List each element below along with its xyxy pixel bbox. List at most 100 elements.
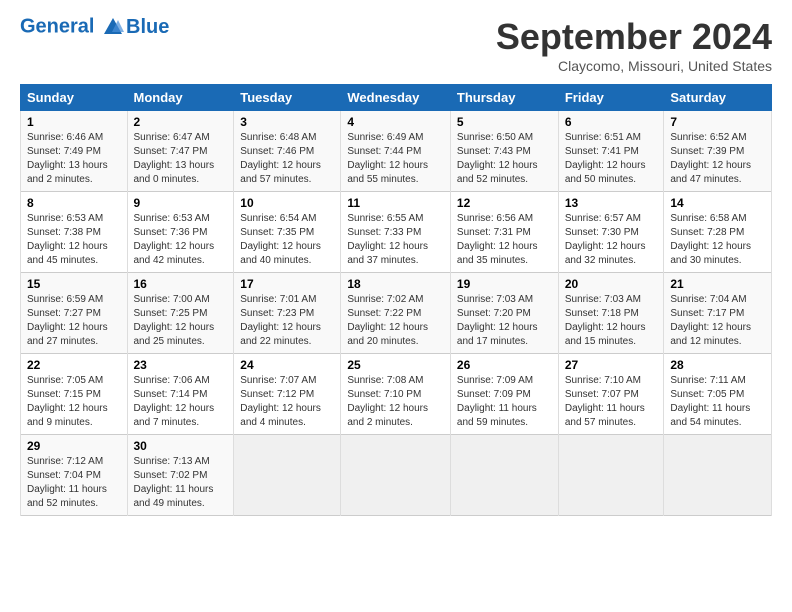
day-number: 15	[27, 277, 121, 291]
day-number: 10	[240, 196, 334, 210]
day-number: 22	[27, 358, 121, 372]
day-number: 5	[457, 115, 552, 129]
day-info: Sunrise: 7:07 AMSunset: 7:12 PMDaylight:…	[240, 374, 334, 430]
day-number: 19	[457, 277, 552, 291]
calendar-cell: 9Sunrise: 6:53 AMSunset: 7:36 PMDaylight…	[127, 192, 234, 273]
day-info: Sunrise: 7:04 AMSunset: 7:17 PMDaylight:…	[670, 293, 765, 349]
day-info: Sunrise: 7:10 AMSunset: 7:07 PMDaylight:…	[565, 374, 658, 430]
day-info: Sunrise: 6:46 AMSunset: 7:49 PMDaylight:…	[27, 131, 121, 187]
calendar-cell	[450, 435, 558, 516]
calendar-cell	[234, 435, 341, 516]
calendar-cell: 16 Sunrise: 7:00 AMSunset: 7:25 PMDayligh…	[127, 273, 234, 354]
calendar-week-1: 1 Sunrise: 6:46 AMSunset: 7:49 PMDaylight…	[21, 111, 772, 192]
day-number: 24	[240, 358, 334, 372]
calendar-cell: 7 Sunrise: 6:52 AMSunset: 7:39 PMDaylight…	[664, 111, 772, 192]
day-number: 1	[27, 115, 121, 129]
day-number: 27	[565, 358, 658, 372]
logo-text-general: General	[20, 15, 94, 37]
calendar-week-5: 29 Sunrise: 7:12 AMSunset: 7:04 PMDayligh…	[21, 435, 772, 516]
day-info: Sunrise: 6:58 AMSunset: 7:28 PMDaylight:…	[670, 212, 765, 268]
day-number: 26	[457, 358, 552, 372]
page-header: General Blue September 2024 Claycomo, Mi…	[20, 16, 772, 74]
day-info: Sunrise: 7:05 AMSunset: 7:15 PMDaylight:…	[27, 374, 121, 430]
col-monday: Monday	[127, 85, 234, 111]
col-saturday: Saturday	[664, 85, 772, 111]
calendar-cell: 6 Sunrise: 6:51 AMSunset: 7:41 PMDaylight…	[558, 111, 664, 192]
day-info: Sunrise: 6:57 AMSunset: 7:30 PMDaylight:…	[565, 212, 658, 268]
day-number: 28	[670, 358, 765, 372]
calendar-cell: 21 Sunrise: 7:04 AMSunset: 7:17 PMDayligh…	[664, 273, 772, 354]
day-info: Sunrise: 7:12 AMSunset: 7:04 PMDaylight:…	[27, 455, 121, 511]
calendar-cell	[664, 435, 772, 516]
calendar-cell: 3 Sunrise: 6:48 AMSunset: 7:46 PMDaylight…	[234, 111, 341, 192]
day-info: Sunrise: 7:06 AMSunset: 7:14 PMDaylight:…	[134, 374, 228, 430]
day-number: 3	[240, 115, 334, 129]
calendar-header-row: Sunday Monday Tuesday Wednesday Thursday…	[21, 85, 772, 111]
day-number: 14	[670, 196, 765, 210]
calendar-cell	[558, 435, 664, 516]
day-info: Sunrise: 7:09 AMSunset: 7:09 PMDaylight:…	[457, 374, 552, 430]
day-info: Sunrise: 7:01 AMSunset: 7:23 PMDaylight:…	[240, 293, 334, 349]
calendar-cell: 8Sunrise: 6:53 AMSunset: 7:38 PMDaylight…	[21, 192, 128, 273]
calendar-cell: 15Sunrise: 6:59 AMSunset: 7:27 PMDayligh…	[21, 273, 128, 354]
calendar-cell: 19Sunrise: 7:03 AMSunset: 7:20 PMDayligh…	[450, 273, 558, 354]
calendar-cell: 5 Sunrise: 6:50 AMSunset: 7:43 PMDaylight…	[450, 111, 558, 192]
col-sunday: Sunday	[21, 85, 128, 111]
calendar-week-4: 22 Sunrise: 7:05 AMSunset: 7:15 PMDayligh…	[21, 354, 772, 435]
calendar-cell: 28 Sunrise: 7:11 AMSunset: 7:05 PMDayligh…	[664, 354, 772, 435]
day-number: 9	[134, 196, 228, 210]
day-number: 23	[134, 358, 228, 372]
calendar-week-2: 8Sunrise: 6:53 AMSunset: 7:38 PMDaylight…	[21, 192, 772, 273]
day-number: 20	[565, 277, 658, 291]
calendar-cell: 4Sunrise: 6:49 AMSunset: 7:44 PMDaylight…	[341, 111, 451, 192]
calendar-cell: 17 Sunrise: 7:01 AMSunset: 7:23 PMDayligh…	[234, 273, 341, 354]
day-number: 16	[134, 277, 228, 291]
day-number: 4	[347, 115, 444, 129]
day-info: Sunrise: 7:02 AMSunset: 7:22 PMDaylight:…	[347, 293, 444, 349]
calendar-cell: 10Sunrise: 6:54 AMSunset: 7:35 PMDayligh…	[234, 192, 341, 273]
calendar-cell: 12 Sunrise: 6:56 AMSunset: 7:31 PMDayligh…	[450, 192, 558, 273]
calendar-cell: 26 Sunrise: 7:09 AMSunset: 7:09 PMDayligh…	[450, 354, 558, 435]
calendar-cell: 30Sunrise: 7:13 AMSunset: 7:02 PMDayligh…	[127, 435, 234, 516]
day-info: Sunrise: 7:00 AMSunset: 7:25 PMDaylight:…	[134, 293, 228, 349]
logo-icon	[102, 16, 124, 38]
calendar-cell: 23 Sunrise: 7:06 AMSunset: 7:14 PMDayligh…	[127, 354, 234, 435]
day-info: Sunrise: 6:47 AMSunset: 7:47 PMDaylight:…	[134, 131, 228, 187]
day-info: Sunrise: 6:56 AMSunset: 7:31 PMDaylight:…	[457, 212, 552, 268]
day-info: Sunrise: 7:08 AMSunset: 7:10 PMDaylight:…	[347, 374, 444, 430]
month-title: September 2024	[496, 16, 772, 58]
col-thursday: Thursday	[450, 85, 558, 111]
logo-text-blue: Blue	[126, 17, 169, 37]
col-wednesday: Wednesday	[341, 85, 451, 111]
day-info: Sunrise: 6:50 AMSunset: 7:43 PMDaylight:…	[457, 131, 552, 187]
day-number: 17	[240, 277, 334, 291]
calendar-cell: 18 Sunrise: 7:02 AMSunset: 7:22 PMDayligh…	[341, 273, 451, 354]
col-tuesday: Tuesday	[234, 85, 341, 111]
title-area: September 2024 Claycomo, Missouri, Unite…	[496, 16, 772, 74]
calendar-cell: 24 Sunrise: 7:07 AMSunset: 7:12 PMDayligh…	[234, 354, 341, 435]
calendar-cell: 13Sunrise: 6:57 AMSunset: 7:30 PMDayligh…	[558, 192, 664, 273]
day-info: Sunrise: 6:51 AMSunset: 7:41 PMDaylight:…	[565, 131, 658, 187]
day-number: 12	[457, 196, 552, 210]
day-number: 11	[347, 196, 444, 210]
day-number: 7	[670, 115, 765, 129]
day-info: Sunrise: 6:52 AMSunset: 7:39 PMDaylight:…	[670, 131, 765, 187]
calendar-cell: 11 Sunrise: 6:55 AMSunset: 7:33 PMDayligh…	[341, 192, 451, 273]
calendar-table: Sunday Monday Tuesday Wednesday Thursday…	[20, 84, 772, 516]
day-info: Sunrise: 7:11 AMSunset: 7:05 PMDaylight:…	[670, 374, 765, 430]
calendar-cell: 20Sunrise: 7:03 AMSunset: 7:18 PMDayligh…	[558, 273, 664, 354]
day-number: 21	[670, 277, 765, 291]
day-number: 18	[347, 277, 444, 291]
calendar-cell: 25Sunrise: 7:08 AMSunset: 7:10 PMDayligh…	[341, 354, 451, 435]
calendar-cell: 27 Sunrise: 7:10 AMSunset: 7:07 PMDayligh…	[558, 354, 664, 435]
col-friday: Friday	[558, 85, 664, 111]
day-number: 29	[27, 439, 121, 453]
logo: General Blue	[20, 16, 169, 38]
day-number: 6	[565, 115, 658, 129]
day-info: Sunrise: 6:55 AMSunset: 7:33 PMDaylight:…	[347, 212, 444, 268]
calendar-cell: 22 Sunrise: 7:05 AMSunset: 7:15 PMDayligh…	[21, 354, 128, 435]
day-number: 30	[134, 439, 228, 453]
calendar-cell: 29 Sunrise: 7:12 AMSunset: 7:04 PMDayligh…	[21, 435, 128, 516]
calendar-cell: 1 Sunrise: 6:46 AMSunset: 7:49 PMDaylight…	[21, 111, 128, 192]
day-info: Sunrise: 6:48 AMSunset: 7:46 PMDaylight:…	[240, 131, 334, 187]
